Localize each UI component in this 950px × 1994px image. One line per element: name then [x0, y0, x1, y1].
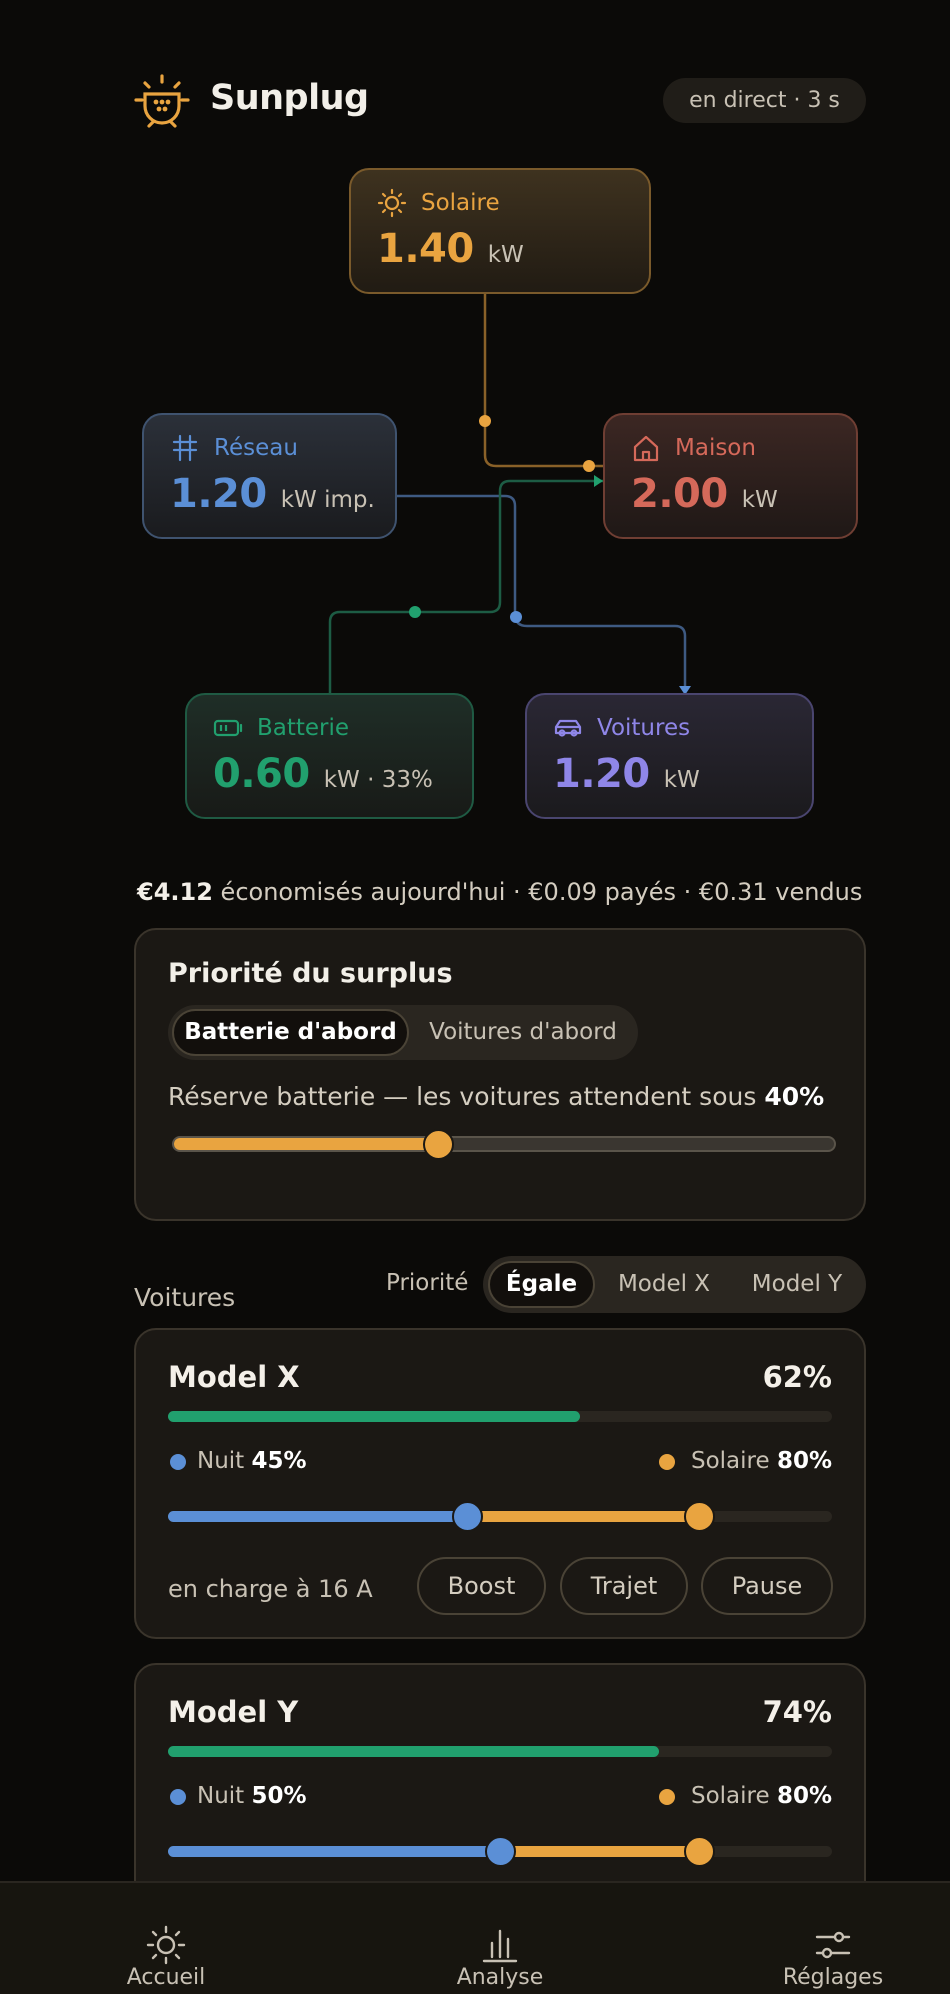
- solar-range-fill: [467, 1511, 699, 1522]
- home-label: Maison: [675, 435, 756, 461]
- solar-target: Solaire 80%: [690, 1448, 832, 1474]
- reserve-value: 40%: [764, 1082, 825, 1111]
- battery-first-option[interactable]: Batterie d'abord: [172, 1009, 409, 1056]
- sliders-icon: [815, 1931, 851, 1959]
- solar-value: 1.40 kW: [377, 226, 524, 272]
- night-range-fill: [168, 1846, 500, 1857]
- soc-bar-track: [168, 1746, 832, 1757]
- nav-analysis[interactable]: Analyse: [400, 1883, 600, 1994]
- battery-flow-dot: [409, 606, 421, 618]
- cars-first-option[interactable]: Voitures d'abord: [413, 1009, 633, 1056]
- sun-icon: [377, 188, 407, 218]
- cars-label: Voitures: [597, 715, 691, 741]
- battery-unit: kW · 33%: [323, 767, 433, 793]
- night-dot-icon: [170, 1454, 186, 1470]
- car-priority-segmented-control: Égale Model X Model Y: [483, 1256, 866, 1313]
- sun-icon: [146, 1925, 186, 1965]
- solar-label: Solaire: [421, 190, 500, 216]
- house-icon: [631, 433, 661, 463]
- night-limit-thumb[interactable]: [452, 1501, 483, 1532]
- cars-node[interactable]: Voitures 1.20 kW: [525, 693, 814, 819]
- surplus-segmented-control: Batterie d'abord Voitures d'abord: [168, 1005, 638, 1060]
- savings-amount: €4.12: [137, 878, 213, 906]
- nav-settings-label: Réglages: [782, 1965, 884, 1990]
- grid-label: Réseau: [214, 435, 298, 461]
- app-title: Sunplug: [210, 78, 369, 118]
- grid-tower-icon: [170, 433, 200, 463]
- solar-to-home-line: [483, 294, 603, 468]
- car-soc-percent: 74%: [762, 1695, 832, 1729]
- charge-range-track[interactable]: [168, 1511, 832, 1522]
- battery-label: Batterie: [257, 715, 350, 741]
- bottom-navigation: Accueil Analyse Réglages: [0, 1881, 950, 1994]
- solar-dot-icon: [659, 1789, 675, 1805]
- live-status-badge: en direct · 3 s: [663, 78, 866, 123]
- nav-home-label: Accueil: [126, 1965, 206, 1990]
- reserve-slider-fill: [174, 1138, 438, 1150]
- home-arrow-head: [594, 475, 603, 487]
- pause-button[interactable]: Pause: [701, 1557, 833, 1615]
- car-name: Model X: [168, 1360, 300, 1394]
- solar-flow-dot: [479, 415, 491, 427]
- battery-icon: [213, 713, 243, 743]
- savings-summary: €4.12 économisés aujourd'hui · €0.09 pay…: [137, 878, 897, 906]
- reserve-slider-thumb[interactable]: [423, 1129, 454, 1160]
- boost-button[interactable]: Boost: [417, 1557, 546, 1615]
- car-soc-percent: 62%: [762, 1360, 832, 1394]
- soc-bar-fill: [168, 1746, 659, 1757]
- nav-settings[interactable]: Réglages: [733, 1883, 933, 1994]
- car-icon: [553, 713, 583, 743]
- solar-unit: kW: [487, 242, 524, 268]
- night-target: Nuit 45%: [197, 1448, 307, 1474]
- bar-chart-icon: [482, 1929, 518, 1963]
- priority-model-y-option[interactable]: Model Y: [732, 1261, 862, 1308]
- nav-home[interactable]: Accueil: [66, 1883, 266, 1994]
- home-value: 2.00 kW: [631, 471, 778, 517]
- trip-button[interactable]: Trajet: [560, 1557, 688, 1615]
- home-node[interactable]: Maison 2.00 kW: [603, 413, 858, 539]
- priority-equal-option[interactable]: Égale: [488, 1261, 595, 1308]
- priority-model-x-option[interactable]: Model X: [600, 1261, 728, 1308]
- battery-value: 0.60 kW · 33%: [213, 751, 433, 797]
- nav-analysis-label: Analyse: [456, 1965, 544, 1990]
- car-name: Model Y: [168, 1695, 299, 1729]
- soc-bar-fill: [168, 1411, 580, 1422]
- grid-flow-dot: [510, 611, 522, 623]
- reserve-slider-track[interactable]: [172, 1136, 836, 1152]
- savings-text: économisés aujourd'hui · €0.09 payés · €…: [212, 878, 863, 906]
- night-limit-thumb[interactable]: [485, 1836, 516, 1867]
- grid-node[interactable]: Réseau 1.20 kW imp.: [142, 413, 397, 539]
- solar-target: Solaire 80%: [690, 1783, 832, 1809]
- night-range-fill: [168, 1511, 467, 1522]
- solar-node[interactable]: Solaire 1.40 kW: [349, 168, 651, 294]
- night-target: Nuit 50%: [197, 1783, 307, 1809]
- sunplug-logo-icon: [133, 74, 191, 128]
- cars-unit: kW: [663, 767, 700, 793]
- grid-unit: kW imp.: [280, 487, 375, 513]
- cars-value: 1.20 kW: [553, 751, 700, 797]
- battery-node[interactable]: Batterie 0.60 kW · 33%: [185, 693, 474, 819]
- solar-limit-thumb[interactable]: [684, 1836, 715, 1867]
- reserve-text: Réserve batterie — les voitures attenden…: [168, 1082, 825, 1111]
- night-dot-icon: [170, 1789, 186, 1805]
- cars-section-label: Voitures: [134, 1283, 236, 1312]
- surplus-priority-card: Priorité du surplus Batterie d'abord Voi…: [134, 928, 866, 1221]
- solar-dot-icon: [659, 1454, 675, 1470]
- car-card-model-x: Model X 62% Nuit 45% Solaire 80% en char…: [134, 1328, 866, 1639]
- priority-label: Priorité: [386, 1270, 469, 1296]
- solar-range-fill: [500, 1846, 699, 1857]
- home-unit: kW: [741, 487, 778, 513]
- charging-status: en charge à 16 A: [168, 1575, 373, 1603]
- grid-value: 1.20 kW imp.: [170, 471, 375, 517]
- soc-bar-track: [168, 1411, 832, 1422]
- solar-flow-dot-2: [583, 460, 595, 472]
- surplus-title: Priorité du surplus: [168, 958, 453, 989]
- solar-limit-thumb[interactable]: [684, 1501, 715, 1532]
